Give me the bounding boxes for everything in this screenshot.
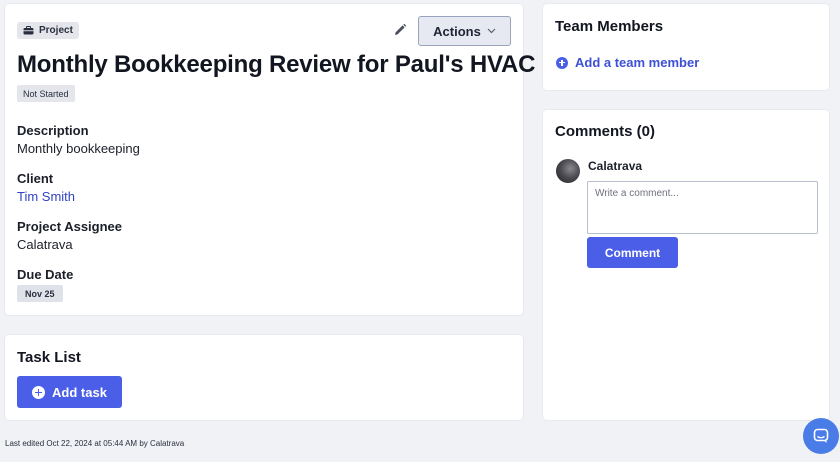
commenter-name: Calatrava — [588, 159, 643, 173]
client-link[interactable]: Tim Smith — [17, 189, 75, 204]
team-members-card: Team Members Add a team member — [543, 4, 829, 90]
add-task-label: Add task — [52, 384, 107, 400]
description-value: Monthly bookkeeping — [17, 141, 140, 156]
comment-submit-button[interactable]: Comment — [587, 237, 678, 268]
add-team-member-label: Add a team member — [575, 55, 700, 70]
assignee-label: Project Assignee — [17, 219, 123, 234]
page-title: Monthly Bookkeeping Review for Paul's HV… — [17, 51, 536, 78]
due-date-chip: Nov 25 — [17, 285, 63, 302]
project-type-chip: Project — [17, 22, 79, 39]
status-badge: Not Started — [17, 85, 75, 102]
comments-title: Comments (0) — [555, 123, 656, 140]
actions-button[interactable]: Actions — [418, 16, 511, 46]
team-members-title: Team Members — [555, 18, 664, 35]
add-task-button[interactable]: Add task — [17, 376, 122, 408]
comment-input[interactable] — [587, 181, 818, 234]
description-label: Description — [17, 123, 89, 138]
chat-icon — [813, 428, 829, 443]
briefcase-icon — [23, 26, 34, 35]
add-team-member-link[interactable]: Add a team member — [556, 55, 699, 70]
project-type-label: Project — [39, 25, 73, 36]
comments-card: Comments (0) Calatrava Comment — [543, 110, 829, 420]
chat-launcher-button[interactable] — [803, 418, 839, 454]
plus-circle-icon — [556, 56, 568, 69]
chevron-down-icon — [487, 28, 496, 34]
task-list-card: Task List Add task — [5, 335, 523, 420]
plus-circle-icon — [32, 385, 46, 399]
actions-label: Actions — [433, 23, 481, 39]
due-date-label: Due Date — [17, 267, 74, 282]
assignee-value: Calatrava — [17, 237, 73, 252]
last-edited-text: Last edited Oct 22, 2024 at 05:44 AM by … — [5, 439, 185, 448]
task-list-title: Task List — [17, 349, 81, 366]
avatar — [556, 159, 580, 183]
client-label: Client — [17, 171, 54, 186]
pencil-icon[interactable] — [393, 23, 407, 37]
project-details-card: Project Actions Monthly Bookkeeping Revi… — [5, 4, 535, 315]
